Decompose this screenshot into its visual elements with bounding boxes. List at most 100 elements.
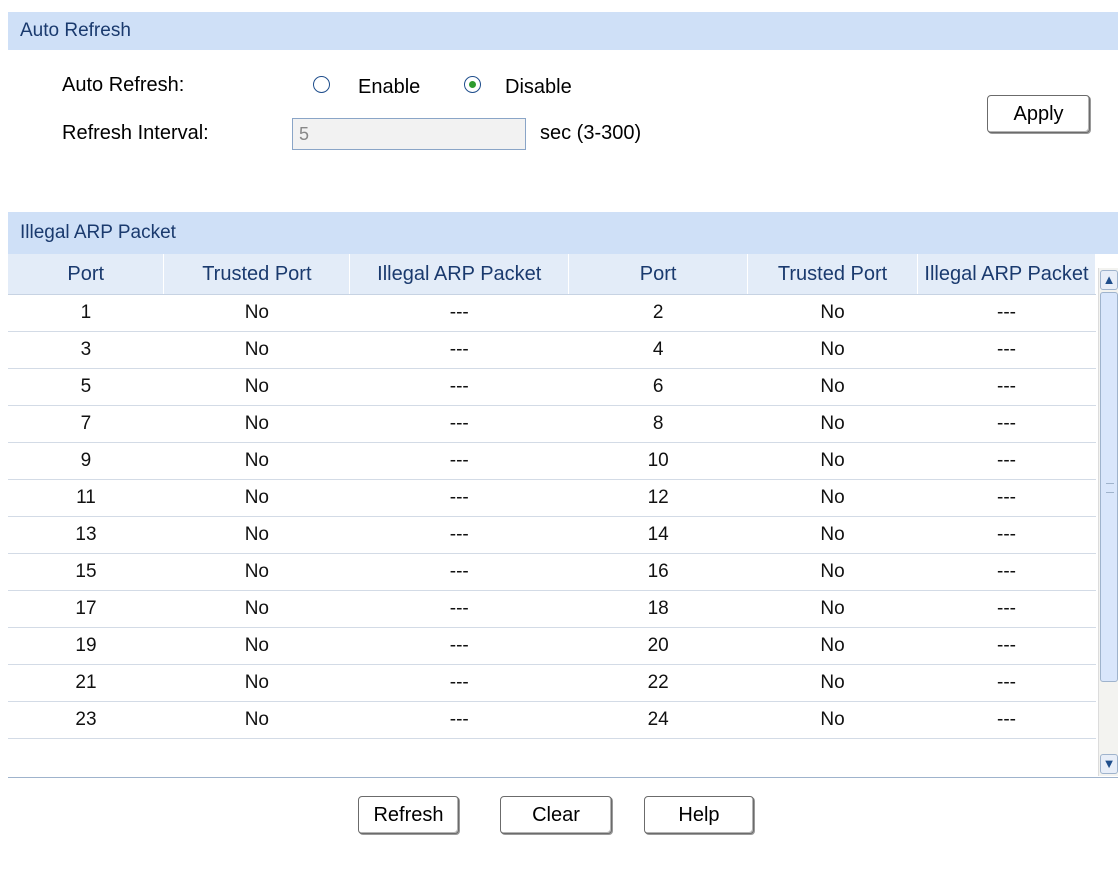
illegal-arp-cell: --- (349, 701, 569, 739)
port-cell: 19 (8, 627, 164, 665)
illegal-arp-cell: --- (917, 479, 1096, 517)
enable-radio[interactable] (313, 76, 330, 93)
port-cell: 13 (8, 516, 164, 554)
illegal-arp-cell: --- (917, 331, 1096, 369)
port-cell: 20 (568, 627, 748, 665)
table-row: 7 No --- 8 No --- (8, 405, 1096, 443)
port-cell: 2 (568, 294, 748, 332)
column-header-port: Port (568, 254, 749, 295)
refresh-interval-label: Refresh Interval: (62, 122, 209, 144)
table-row: 11 No --- 12 No --- (8, 479, 1096, 517)
help-button[interactable]: Help (644, 796, 754, 834)
port-cell: 3 (8, 331, 164, 369)
trusted-port-cell: No (163, 442, 350, 480)
table-row: 17 No --- 18 No --- (8, 590, 1096, 628)
disable-label[interactable]: Disable (505, 76, 572, 99)
port-cell: 23 (8, 701, 164, 739)
trusted-port-cell: No (747, 331, 918, 369)
trusted-port-cell: No (163, 553, 350, 591)
trusted-port-cell: No (163, 701, 350, 739)
illegal-arp-cell: --- (917, 405, 1096, 443)
trusted-port-cell: No (747, 701, 918, 739)
table-row: 15 No --- 16 No --- (8, 553, 1096, 591)
trusted-port-cell: No (747, 516, 918, 554)
enable-label[interactable]: Enable (358, 76, 420, 99)
trusted-port-cell: No (747, 405, 918, 443)
trusted-port-cell: No (747, 442, 918, 480)
disable-radio[interactable] (464, 76, 481, 93)
trusted-port-cell: No (163, 479, 350, 517)
port-cell: 9 (8, 442, 164, 480)
trusted-port-cell: No (747, 664, 918, 702)
clear-button[interactable]: Clear (500, 796, 612, 834)
illegal-arp-title: Illegal ARP Packet (20, 222, 176, 243)
apply-button[interactable]: Apply (987, 95, 1090, 133)
column-header-port: Port (8, 254, 165, 295)
table-row: 13 No --- 14 No --- (8, 516, 1096, 554)
trusted-port-cell: No (163, 405, 350, 443)
illegal-arp-header: Illegal ARP Packet (8, 212, 1118, 254)
port-cell: 15 (8, 553, 164, 591)
illegal-arp-cell: --- (349, 590, 569, 628)
illegal-arp-cell: --- (349, 331, 569, 369)
illegal-arp-table-container: Port Trusted Port Illegal ARP Packet Por… (8, 254, 1118, 778)
port-cell: 10 (568, 442, 748, 480)
port-cell: 5 (8, 368, 164, 406)
table-row: 19 No --- 20 No --- (8, 627, 1096, 665)
illegal-arp-cell: --- (917, 516, 1096, 554)
illegal-arp-cell: --- (917, 701, 1096, 739)
trusted-port-cell: No (163, 590, 350, 628)
table-row: 9 No --- 10 No --- (8, 442, 1096, 480)
port-cell: 17 (8, 590, 164, 628)
illegal-arp-cell: --- (349, 479, 569, 517)
table-scrollbar[interactable]: ▲ ▼ (1098, 268, 1118, 776)
illegal-arp-cell: --- (349, 516, 569, 554)
column-header-illegal-arp-packet: Illegal ARP Packet (917, 254, 1096, 295)
trusted-port-cell: No (163, 664, 350, 702)
trusted-port-cell: No (747, 294, 918, 332)
table-header-row: Port Trusted Port Illegal ARP Packet Por… (8, 254, 1096, 295)
port-cell: 6 (568, 368, 748, 406)
illegal-arp-cell: --- (349, 368, 569, 406)
illegal-arp-cell: --- (349, 405, 569, 443)
port-cell: 8 (568, 405, 748, 443)
illegal-arp-cell: --- (917, 368, 1096, 406)
auto-refresh-label: Auto Refresh: (62, 74, 185, 96)
port-cell: 12 (568, 479, 748, 517)
scroll-down-icon[interactable]: ▼ (1100, 754, 1118, 774)
table-row: 3 No --- 4 No --- (8, 331, 1096, 369)
port-cell: 16 (568, 553, 748, 591)
table-row: 23 No --- 24 No --- (8, 701, 1096, 739)
illegal-arp-cell: --- (349, 627, 569, 665)
scroll-up-icon[interactable]: ▲ (1100, 270, 1118, 290)
port-cell: 11 (8, 479, 164, 517)
port-cell: 1 (8, 294, 164, 332)
column-header-trusted-port: Trusted Port (163, 254, 351, 295)
illegal-arp-cell: --- (917, 664, 1096, 702)
illegal-arp-cell: --- (349, 442, 569, 480)
refresh-button[interactable]: Refresh (358, 796, 459, 834)
illegal-arp-cell: --- (917, 590, 1096, 628)
port-cell: 14 (568, 516, 748, 554)
column-header-illegal-arp-packet: Illegal ARP Packet (349, 254, 570, 295)
scrollbar-thumb[interactable] (1100, 292, 1118, 682)
trusted-port-cell: No (163, 627, 350, 665)
auto-refresh-header: Auto Refresh (8, 12, 1118, 50)
grip-icon (1106, 483, 1114, 493)
trusted-port-cell: No (747, 479, 918, 517)
refresh-interval-input[interactable] (292, 118, 526, 150)
table-row: 5 No --- 6 No --- (8, 368, 1096, 406)
illegal-arp-cell: --- (917, 442, 1096, 480)
port-cell: 18 (568, 590, 748, 628)
illegal-arp-cell: --- (917, 294, 1096, 332)
port-cell: 22 (568, 664, 748, 702)
port-cell: 7 (8, 405, 164, 443)
auto-refresh-title: Auto Refresh (20, 20, 131, 41)
interval-unit-label: sec (3-300) (540, 122, 642, 144)
trusted-port-cell: No (163, 331, 350, 369)
trusted-port-cell: No (747, 590, 918, 628)
port-cell: 4 (568, 331, 748, 369)
illegal-arp-cell: --- (917, 553, 1096, 591)
illegal-arp-cell: --- (917, 627, 1096, 665)
trusted-port-cell: No (747, 368, 918, 406)
